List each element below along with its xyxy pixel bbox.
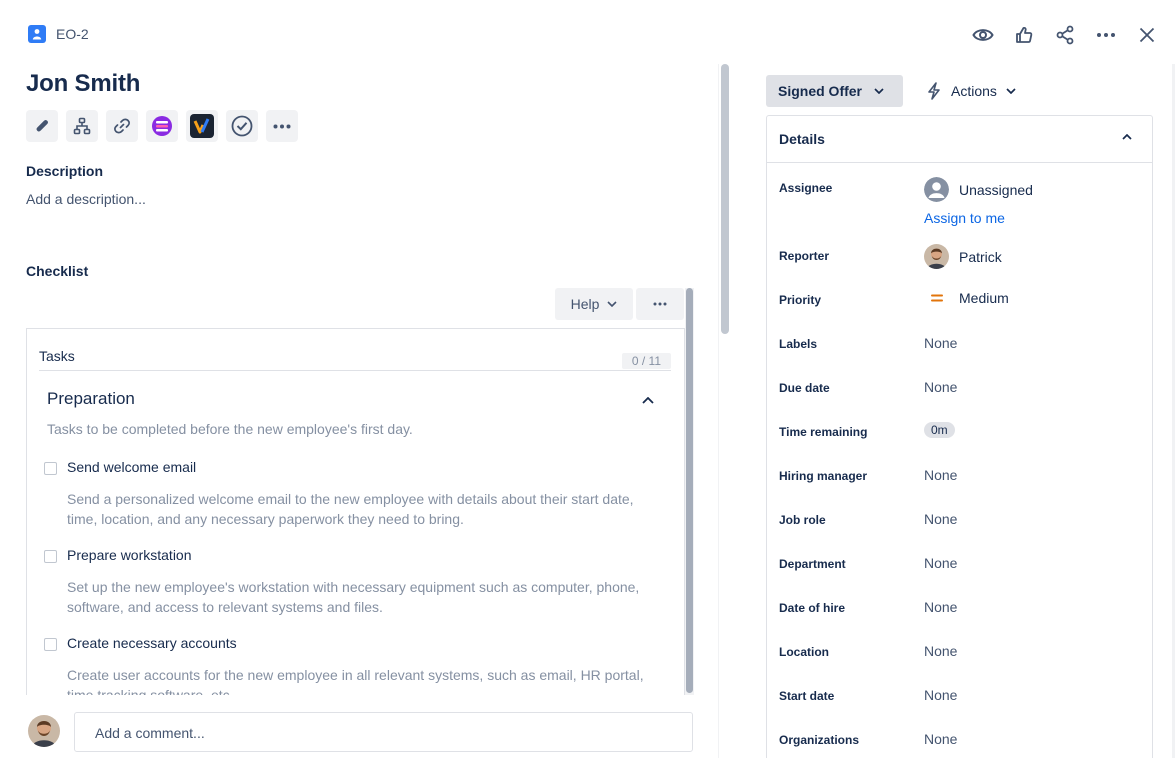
reporter-field[interactable]: Patrick <box>924 244 1002 269</box>
checklist-scrollbar[interactable] <box>685 288 694 695</box>
task-title[interactable]: Create necessary accounts <box>67 635 237 651</box>
more-icon <box>653 302 667 306</box>
field-label-due-date: Due date <box>779 381 830 395</box>
checklist-more-button[interactable] <box>636 288 684 320</box>
time-remaining-field[interactable]: 0m <box>924 422 955 438</box>
task-checkbox[interactable] <box>44 638 57 651</box>
task-description: Create user accounts for the new employe… <box>67 667 644 695</box>
issue-title[interactable]: Jon Smith <box>26 70 140 98</box>
checklist-panel: Tasks 0 / 11 Preparation Tasks to be com… <box>26 328 685 695</box>
attachment-icon[interactable] <box>26 110 58 142</box>
status-dropdown-button[interactable]: Signed Offer <box>766 75 903 107</box>
field-label-priority: Priority <box>779 293 822 307</box>
assign-to-me-link[interactable]: Assign to me <box>924 210 1005 226</box>
app-icon-v[interactable] <box>186 110 218 142</box>
priority-value: Medium <box>959 290 1009 306</box>
lightning-icon <box>928 82 940 100</box>
organizations-value[interactable]: None <box>924 731 957 747</box>
scrollbar-thumb[interactable] <box>721 64 729 334</box>
unassigned-avatar-icon <box>924 177 949 202</box>
field-label-start-date: Start date <box>779 689 835 703</box>
chevron-up-icon[interactable] <box>642 391 654 409</box>
app-icon-purple[interactable] <box>146 110 178 142</box>
chevron-down-icon <box>1006 88 1016 94</box>
divider <box>39 370 671 371</box>
status-label: Signed Offer <box>778 83 863 99</box>
checklist-icon[interactable] <box>226 110 258 142</box>
actions-label: Actions <box>951 83 997 99</box>
date-of-hire-value[interactable]: None <box>924 599 957 615</box>
due-date-value[interactable]: None <box>924 379 957 395</box>
checklist-section-description: Tasks to be completed before the new emp… <box>47 421 413 437</box>
actions-dropdown-button[interactable]: Actions <box>918 75 1016 107</box>
task-checkbox[interactable] <box>44 462 57 475</box>
watch-icon[interactable] <box>962 22 1003 48</box>
details-panel: Details Assignee Unassigned Assign to me… <box>766 115 1153 758</box>
field-label-job-role: Job role <box>779 513 826 527</box>
job-role-value[interactable]: None <box>924 511 957 527</box>
issue-toolbar <box>26 110 298 142</box>
chevron-down-icon <box>874 88 884 94</box>
description-heading: Description <box>26 163 104 179</box>
checklist-controls: Help <box>555 288 684 320</box>
issue-key-breadcrumb[interactable]: EO-2 <box>28 25 89 43</box>
details-header[interactable]: Details <box>767 116 1152 163</box>
field-label-hiring-manager: Hiring manager <box>779 469 868 483</box>
main-scrollbar[interactable] <box>718 64 731 758</box>
hiring-manager-value[interactable]: None <box>924 467 957 483</box>
help-label: Help <box>570 296 600 312</box>
checklist-help-button[interactable]: Help <box>555 288 633 320</box>
avatar <box>924 244 949 269</box>
field-label-labels: Labels <box>779 337 818 351</box>
issue-key: EO-2 <box>56 26 89 42</box>
issue-type-icon <box>28 25 46 43</box>
assignee-field[interactable]: Unassigned <box>924 177 1033 202</box>
checklist-tasks-header: Tasks <box>39 348 75 364</box>
field-label-date-of-hire: Date of hire <box>779 601 846 615</box>
share-icon[interactable] <box>1044 22 1085 48</box>
details-title: Details <box>779 131 825 147</box>
location-value[interactable]: None <box>924 643 957 659</box>
reporter-value: Patrick <box>959 248 1002 265</box>
link-icon[interactable] <box>106 110 138 142</box>
comment-input[interactable]: Add a comment... <box>74 712 693 752</box>
description-input[interactable]: Add a description... <box>26 191 146 207</box>
time-remaining-badge: 0m <box>924 422 955 438</box>
close-icon[interactable] <box>1126 22 1167 48</box>
field-label-time-remaining: Time remaining <box>779 425 868 439</box>
start-date-value[interactable]: None <box>924 687 957 703</box>
task-checkbox[interactable] <box>44 550 57 563</box>
checklist-section-title[interactable]: Preparation <box>47 389 135 409</box>
field-label-location: Location <box>779 645 829 659</box>
priority-field[interactable]: Medium <box>924 290 1009 306</box>
task-description: Send a personalized welcome email to the… <box>67 491 634 527</box>
more-icon[interactable] <box>1085 22 1126 48</box>
task-title[interactable]: Send welcome email <box>67 459 196 475</box>
chevron-down-icon <box>607 301 617 307</box>
child-issue-icon[interactable] <box>66 110 98 142</box>
task-description: Set up the new employee's workstation wi… <box>67 579 640 615</box>
assignee-value: Unassigned <box>959 181 1033 198</box>
field-label-assignee: Assignee <box>779 181 833 195</box>
issue-top-actions <box>962 22 1167 48</box>
field-label-department: Department <box>779 557 846 571</box>
labels-value[interactable]: None <box>924 335 957 351</box>
field-label-organizations: Organizations <box>779 733 860 747</box>
task-title[interactable]: Prepare workstation <box>67 547 192 563</box>
checklist-heading: Checklist <box>26 263 89 279</box>
more-actions-icon[interactable] <box>266 110 298 142</box>
priority-medium-icon <box>924 293 949 303</box>
scrollbar-thumb[interactable] <box>686 288 693 693</box>
field-label-reporter: Reporter <box>779 249 830 263</box>
thumbs-up-icon[interactable] <box>1003 22 1044 48</box>
avatar <box>28 715 60 747</box>
chevron-up-icon <box>1122 134 1132 140</box>
department-value[interactable]: None <box>924 555 957 571</box>
checklist-progress-badge: 0 / 11 <box>621 353 671 369</box>
